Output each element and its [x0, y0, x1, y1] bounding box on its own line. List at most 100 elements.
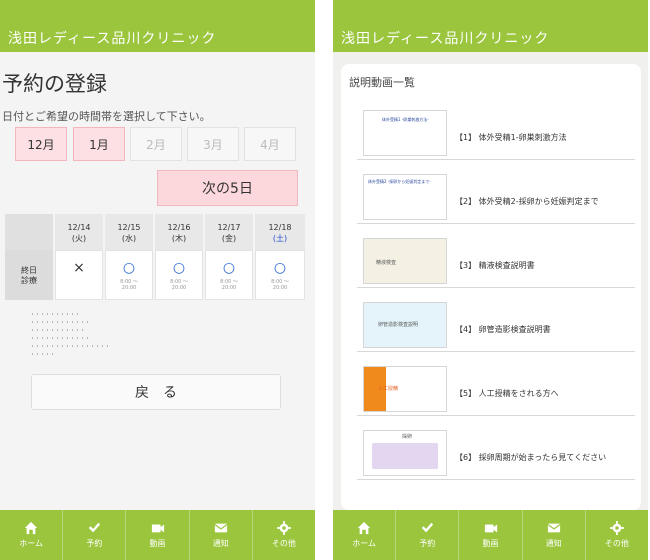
app-header: 浅田レディース品川クリニック: [333, 0, 648, 52]
slot-time: 8:00 ～ 20:00: [156, 279, 202, 291]
slot-time: [56, 279, 102, 285]
slot-cell-unavailable: ×: [55, 250, 103, 300]
tab-notifications[interactable]: 通知: [523, 510, 586, 560]
video-item[interactable]: 人工授精 【5】 人工授精をされる方へ: [357, 356, 635, 416]
day-date: 12/14: [67, 223, 91, 232]
check-icon: [422, 522, 434, 533]
month-button-feb[interactable]: 2月: [130, 127, 182, 161]
slot-cell-available[interactable]: ○ 8:00 ～ 20:00: [105, 250, 153, 300]
schedule-corner: [5, 214, 53, 250]
thumbnail-caption: 人工授精: [378, 386, 399, 392]
unavailable-mark: ×: [73, 260, 85, 276]
tab-home[interactable]: ホーム: [0, 510, 64, 560]
month-button-jan[interactable]: 1月: [73, 127, 125, 161]
tab-home[interactable]: ホーム: [333, 510, 397, 560]
video-thumbnail: 採卵: [363, 430, 447, 476]
mail-icon: [214, 523, 228, 533]
tab-label: 通知: [212, 539, 229, 548]
bottom-tab-bar: ホーム 予約 動画 通知 その他: [333, 510, 648, 560]
day-weekday: (火): [71, 234, 87, 243]
available-mark: ○: [273, 260, 287, 276]
video-item[interactable]: 卵管造影検査説明 【4】 卵管造影検査説明書: [357, 292, 635, 352]
month-button-dec[interactable]: 12月: [15, 127, 67, 161]
video-title: 【1】 体外受精1-卵巣刺激方法: [455, 133, 567, 142]
tab-label: 動画: [482, 539, 499, 548]
tab-label: 動画: [149, 539, 166, 548]
day-header: 12/16 (木): [155, 214, 203, 250]
row-label: 終日 診療: [5, 250, 53, 300]
tab-other[interactable]: その他: [253, 510, 315, 560]
schedule-table: 12/14 (火) 12/15 (水) 12/16 (木) 12/17 (金) …: [5, 214, 305, 300]
tab-notifications[interactable]: 通知: [190, 510, 253, 560]
back-button[interactable]: 戻 る: [31, 374, 281, 410]
video-title: 【2】 体外受精2-採卵から妊娠判定まで: [455, 197, 599, 206]
video-icon: [484, 524, 497, 533]
video-title: 【5】 人工授精をされる方へ: [455, 389, 559, 398]
day-date: 12/15: [117, 223, 141, 232]
tab-label: 予約: [86, 539, 103, 548]
home-icon: [24, 521, 38, 535]
panel-title: 説明動画一覧: [349, 76, 415, 89]
video-icon: [151, 524, 164, 533]
tab-other[interactable]: その他: [586, 510, 648, 560]
gear-icon: [609, 521, 624, 535]
month-button-apr[interactable]: 4月: [244, 127, 296, 161]
slot-time-end: 20:00: [272, 285, 288, 291]
gear-icon: [276, 521, 291, 535]
tab-label: その他: [271, 539, 296, 548]
video-list-screen: 浅田レディース品川クリニック 説明動画一覧 体外受精1 -卵巣刺激方法- 【1】…: [333, 0, 648, 560]
day-header: 12/14 (火): [55, 214, 103, 250]
thumbnail-illustration: [372, 443, 438, 469]
tab-label: その他: [604, 539, 629, 548]
available-mark: ○: [172, 260, 186, 276]
thumbnail-caption: 採卵: [402, 434, 413, 440]
day-date: 12/17: [217, 223, 241, 232]
video-panel: 説明動画一覧 体外受精1 -卵巣刺激方法- 【1】 体外受精1-卵巣刺激方法 体…: [341, 64, 641, 510]
day-header: 12/18 (土): [255, 214, 305, 250]
row-label-line: 終日: [21, 266, 37, 275]
video-item[interactable]: 体外受精1 -卵巣刺激方法- 【1】 体外受精1-卵巣刺激方法: [357, 100, 635, 160]
slot-cell-available[interactable]: ○ 8:00 ～ 20:00: [255, 250, 305, 300]
slot-time: 8:00 ～ 20:00: [206, 279, 252, 291]
reservation-screen: 浅田レディース品川クリニック 予約の登録 日付とご希望の時間帯を選択して下さい。…: [0, 0, 315, 560]
video-title: 【4】 卵管造影検査説明書: [455, 325, 551, 334]
tab-reservation[interactable]: 予約: [63, 510, 127, 560]
tab-video[interactable]: 動画: [459, 510, 523, 560]
available-mark: ○: [122, 260, 136, 276]
thumbnail-caption: 卵管造影検査説明: [378, 322, 419, 328]
mail-icon: [547, 523, 561, 533]
slot-time: 8:00 ～ 20:00: [106, 279, 152, 291]
thumbnail-caption: 体外受精1 -卵巣刺激方法-: [382, 117, 429, 122]
day-header: 12/17 (金): [205, 214, 253, 250]
slot-time-end: 20:00: [221, 285, 237, 291]
month-button-mar[interactable]: 3月: [187, 127, 239, 161]
video-item[interactable]: 精液検査 【3】 精液検査説明書: [357, 228, 635, 288]
day-date: 12/16: [167, 223, 191, 232]
day-weekday: (金): [221, 234, 237, 243]
app-header: 浅田レディース品川クリニック: [0, 0, 315, 52]
home-icon: [357, 521, 371, 535]
available-mark: ○: [222, 260, 236, 276]
video-title: 【6】 採卵周期が始まったら見てください: [455, 453, 607, 462]
next-5-days-button[interactable]: 次の5日: [157, 170, 298, 206]
slot-cell-available[interactable]: ○ 8:00 ～ 20:00: [205, 250, 253, 300]
legend-notes: ・・・・・・・・・・ ・・・・・・・・・・・・ ・・・・・・・・・・・ ・・・・・・・…: [30, 312, 111, 358]
thumbnail-caption: 体外受精2 -採卵から妊娠判定まで-: [368, 179, 431, 184]
slot-time: 8:00 ～ 20:00: [256, 279, 304, 291]
page-title: 予約の登録: [2, 72, 107, 96]
slot-time-end: 20:00: [171, 285, 187, 291]
video-item[interactable]: 採卵 【6】 採卵周期が始まったら見てください: [357, 420, 635, 480]
slot-cell-available[interactable]: ○ 8:00 ～ 20:00: [155, 250, 203, 300]
tab-video[interactable]: 動画: [126, 510, 190, 560]
video-thumbnail: 精液検査: [363, 238, 447, 284]
day-weekday: (木): [171, 234, 187, 243]
tab-label: ホーム: [352, 539, 376, 548]
video-thumbnail: 人工授精: [363, 366, 447, 412]
tab-label: ホーム: [19, 539, 43, 548]
tab-reservation[interactable]: 予約: [396, 510, 460, 560]
video-title: 【3】 精液検査説明書: [455, 261, 535, 270]
video-item[interactable]: 体外受精2 -採卵から妊娠判定まで- 【2】 体外受精2-採卵から妊娠判定まで: [357, 164, 635, 224]
video-thumbnail: 体外受精2 -採卵から妊娠判定まで-: [363, 174, 447, 220]
day-header: 12/15 (水): [105, 214, 153, 250]
tab-label: 予約: [419, 539, 436, 548]
